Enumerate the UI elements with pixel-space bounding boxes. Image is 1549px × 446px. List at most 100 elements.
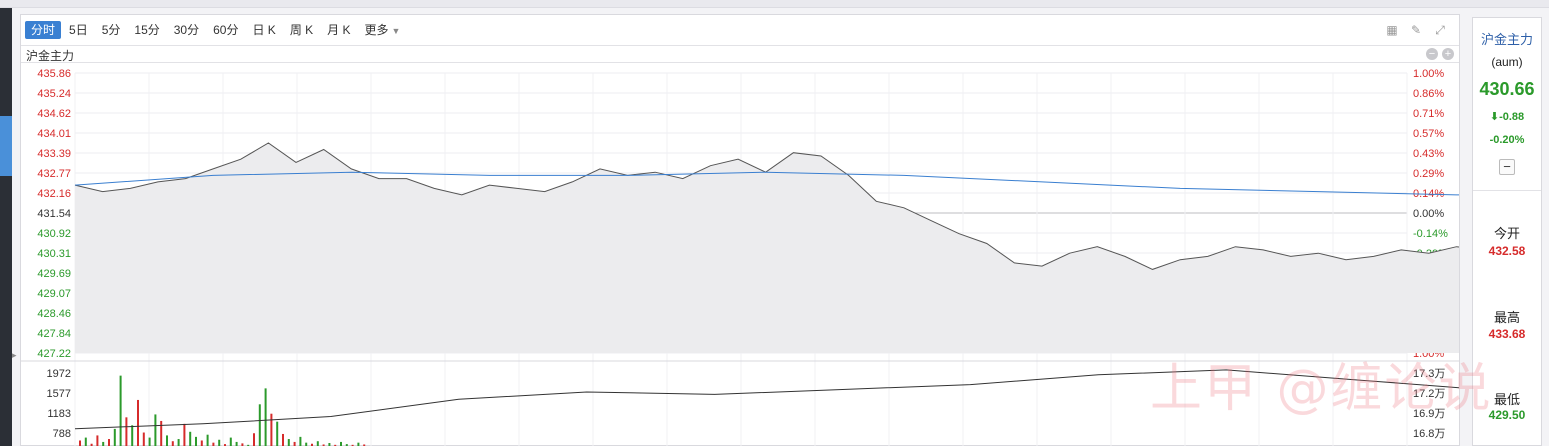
arrow-down-icon: ⬇ bbox=[1489, 111, 1500, 123]
y-tick-label: 428.46 bbox=[37, 308, 71, 320]
quote-name[interactable]: 沪金主力 bbox=[1473, 29, 1541, 48]
stat-open-value: 432.58 bbox=[1488, 244, 1526, 258]
y-tick-label: 432.16 bbox=[37, 188, 71, 200]
tab-monthly-k[interactable]: 月 K bbox=[321, 21, 356, 39]
y-tick-pct-label: 0.57% bbox=[1413, 128, 1444, 140]
tab-5day[interactable]: 5日 bbox=[63, 21, 94, 39]
volume-tick-label: 1577 bbox=[47, 388, 71, 400]
tab-more-dropdown[interactable]: 更多 ▼ bbox=[359, 21, 407, 39]
left-rail bbox=[0, 8, 12, 446]
volume-tick-label: 788 bbox=[53, 428, 71, 440]
volume-tick-label: 1972 bbox=[47, 368, 71, 380]
chevron-down-icon: ▼ bbox=[391, 26, 401, 36]
stat-high-label: 最高 bbox=[1493, 310, 1520, 325]
oi-tick-label: 16.8万 bbox=[1413, 428, 1445, 440]
volume-bar bbox=[229, 437, 232, 446]
y-tick-label: 430.92 bbox=[37, 228, 71, 240]
y-tick-label: 435.86 bbox=[37, 68, 71, 80]
volume-bar bbox=[148, 437, 151, 446]
volume-bar bbox=[119, 375, 122, 446]
y-tick-label: 433.39 bbox=[37, 148, 71, 160]
symbol-label: 沪金主力 bbox=[26, 49, 75, 63]
quote-price: 430.66 bbox=[1479, 79, 1535, 99]
y-tick-label: 429.69 bbox=[37, 268, 71, 280]
zoom-out-icon[interactable]: − bbox=[1426, 48, 1438, 60]
open-interest-line bbox=[74, 369, 1459, 430]
quote-divider bbox=[1473, 190, 1541, 191]
y-tick-pct-label: 0.86% bbox=[1413, 88, 1444, 100]
volume-bar bbox=[299, 436, 302, 446]
zoom-in-icon[interactable]: + bbox=[1442, 48, 1454, 60]
tab-15min[interactable]: 15分 bbox=[128, 21, 165, 39]
tab-timeshare[interactable]: 分时 bbox=[25, 21, 62, 39]
volume-bar bbox=[171, 441, 174, 446]
volume-bar bbox=[137, 399, 139, 446]
tab-daily-k[interactable]: 日 K bbox=[246, 21, 281, 39]
tab-weekly-k[interactable]: 周 K bbox=[284, 21, 319, 39]
tab-more-label: 更多 bbox=[364, 23, 389, 37]
y-tick-label: 429.07 bbox=[37, 288, 71, 300]
volume-bar bbox=[160, 420, 163, 446]
quote-panel: 沪金主力 (aum) 430.66 ⬇-0.88 -0.20% − 今开 432… bbox=[1472, 17, 1542, 446]
volume-bar bbox=[270, 413, 273, 446]
y-tick-label: 430.31 bbox=[37, 248, 71, 260]
volume-bar bbox=[102, 441, 105, 446]
fullscreen-icon[interactable]: ⤢ bbox=[1433, 23, 1447, 37]
oi-tick-label: 17.2万 bbox=[1413, 388, 1445, 400]
quote-change-pct: -0.20% bbox=[1489, 134, 1525, 146]
volume-bar bbox=[96, 435, 99, 446]
volume-bar bbox=[154, 414, 157, 446]
volume-bar bbox=[108, 439, 110, 446]
tab-30min[interactable]: 30分 bbox=[168, 21, 205, 39]
stat-low-label: 最低 bbox=[1493, 392, 1520, 407]
volume-bar bbox=[305, 442, 308, 446]
y-tick-label: 427.22 bbox=[37, 348, 71, 360]
y-tick-label: 434.62 bbox=[37, 108, 71, 120]
y-tick-label: 435.24 bbox=[37, 88, 71, 100]
y-tick-label: 427.84 bbox=[37, 328, 71, 340]
y-tick-pct-label: 0.43% bbox=[1413, 148, 1444, 160]
y-tick-label: 432.77 bbox=[37, 168, 71, 180]
oi-tick-label: 16.9万 bbox=[1413, 408, 1445, 420]
quote-change: ⬇-0.88 bbox=[1473, 110, 1541, 123]
quote-code: (aum) bbox=[1491, 55, 1523, 69]
y-tick-pct-label: -0.14% bbox=[1413, 228, 1448, 240]
volume-bar bbox=[79, 440, 81, 446]
volume-bar bbox=[212, 442, 215, 446]
volume-bar bbox=[316, 441, 319, 446]
intraday-chart[interactable]: 435.86 1.00% 435.24 0.86% 434.62 0.71% 434.01 0… bbox=[21, 63, 1459, 446]
y-tick-pct-label: 1.00% bbox=[1413, 68, 1444, 80]
volume-bar bbox=[177, 439, 180, 446]
volume-bar bbox=[276, 421, 279, 446]
volume-tick-label: 1183 bbox=[47, 408, 71, 420]
collapse-handle-icon[interactable]: ▸ bbox=[12, 350, 17, 361]
y-tick-label: 431.54 bbox=[37, 208, 71, 220]
oi-tick-label: 17.3万 bbox=[1413, 368, 1445, 380]
volume-bar bbox=[258, 404, 261, 446]
volume-bar bbox=[200, 440, 203, 446]
left-rail-accent[interactable] bbox=[0, 116, 12, 176]
volume-bar bbox=[218, 439, 221, 446]
price-area-fill bbox=[75, 143, 1459, 353]
volume-bar bbox=[282, 433, 284, 446]
symbol-bar: 沪金主力 − + bbox=[21, 45, 1459, 63]
tab-60min[interactable]: 60分 bbox=[207, 21, 244, 39]
y-tick-pct-label: 0.00% bbox=[1413, 208, 1444, 220]
y-tick-pct-label: 0.71% bbox=[1413, 108, 1444, 120]
volume-bar bbox=[189, 431, 192, 446]
volume-bar bbox=[340, 441, 342, 446]
volume-bar bbox=[264, 388, 267, 446]
stat-low-value: 429.50 bbox=[1488, 408, 1526, 422]
volume-bar bbox=[142, 432, 145, 446]
volume-bar bbox=[253, 433, 255, 446]
volume-bar bbox=[131, 425, 134, 446]
pencil-icon[interactable]: ✎ bbox=[1409, 23, 1423, 37]
stat-open-label: 今开 bbox=[1493, 226, 1520, 241]
remove-watch-button[interactable]: − bbox=[1499, 159, 1515, 175]
volume-bar bbox=[293, 441, 296, 446]
tab-5min[interactable]: 5分 bbox=[96, 21, 127, 39]
volume-bar bbox=[287, 439, 290, 446]
y-tick-pct-label: 0.29% bbox=[1413, 168, 1444, 180]
volume-bar bbox=[183, 423, 186, 446]
grid-layout-icon[interactable]: ▦ bbox=[1385, 23, 1399, 37]
